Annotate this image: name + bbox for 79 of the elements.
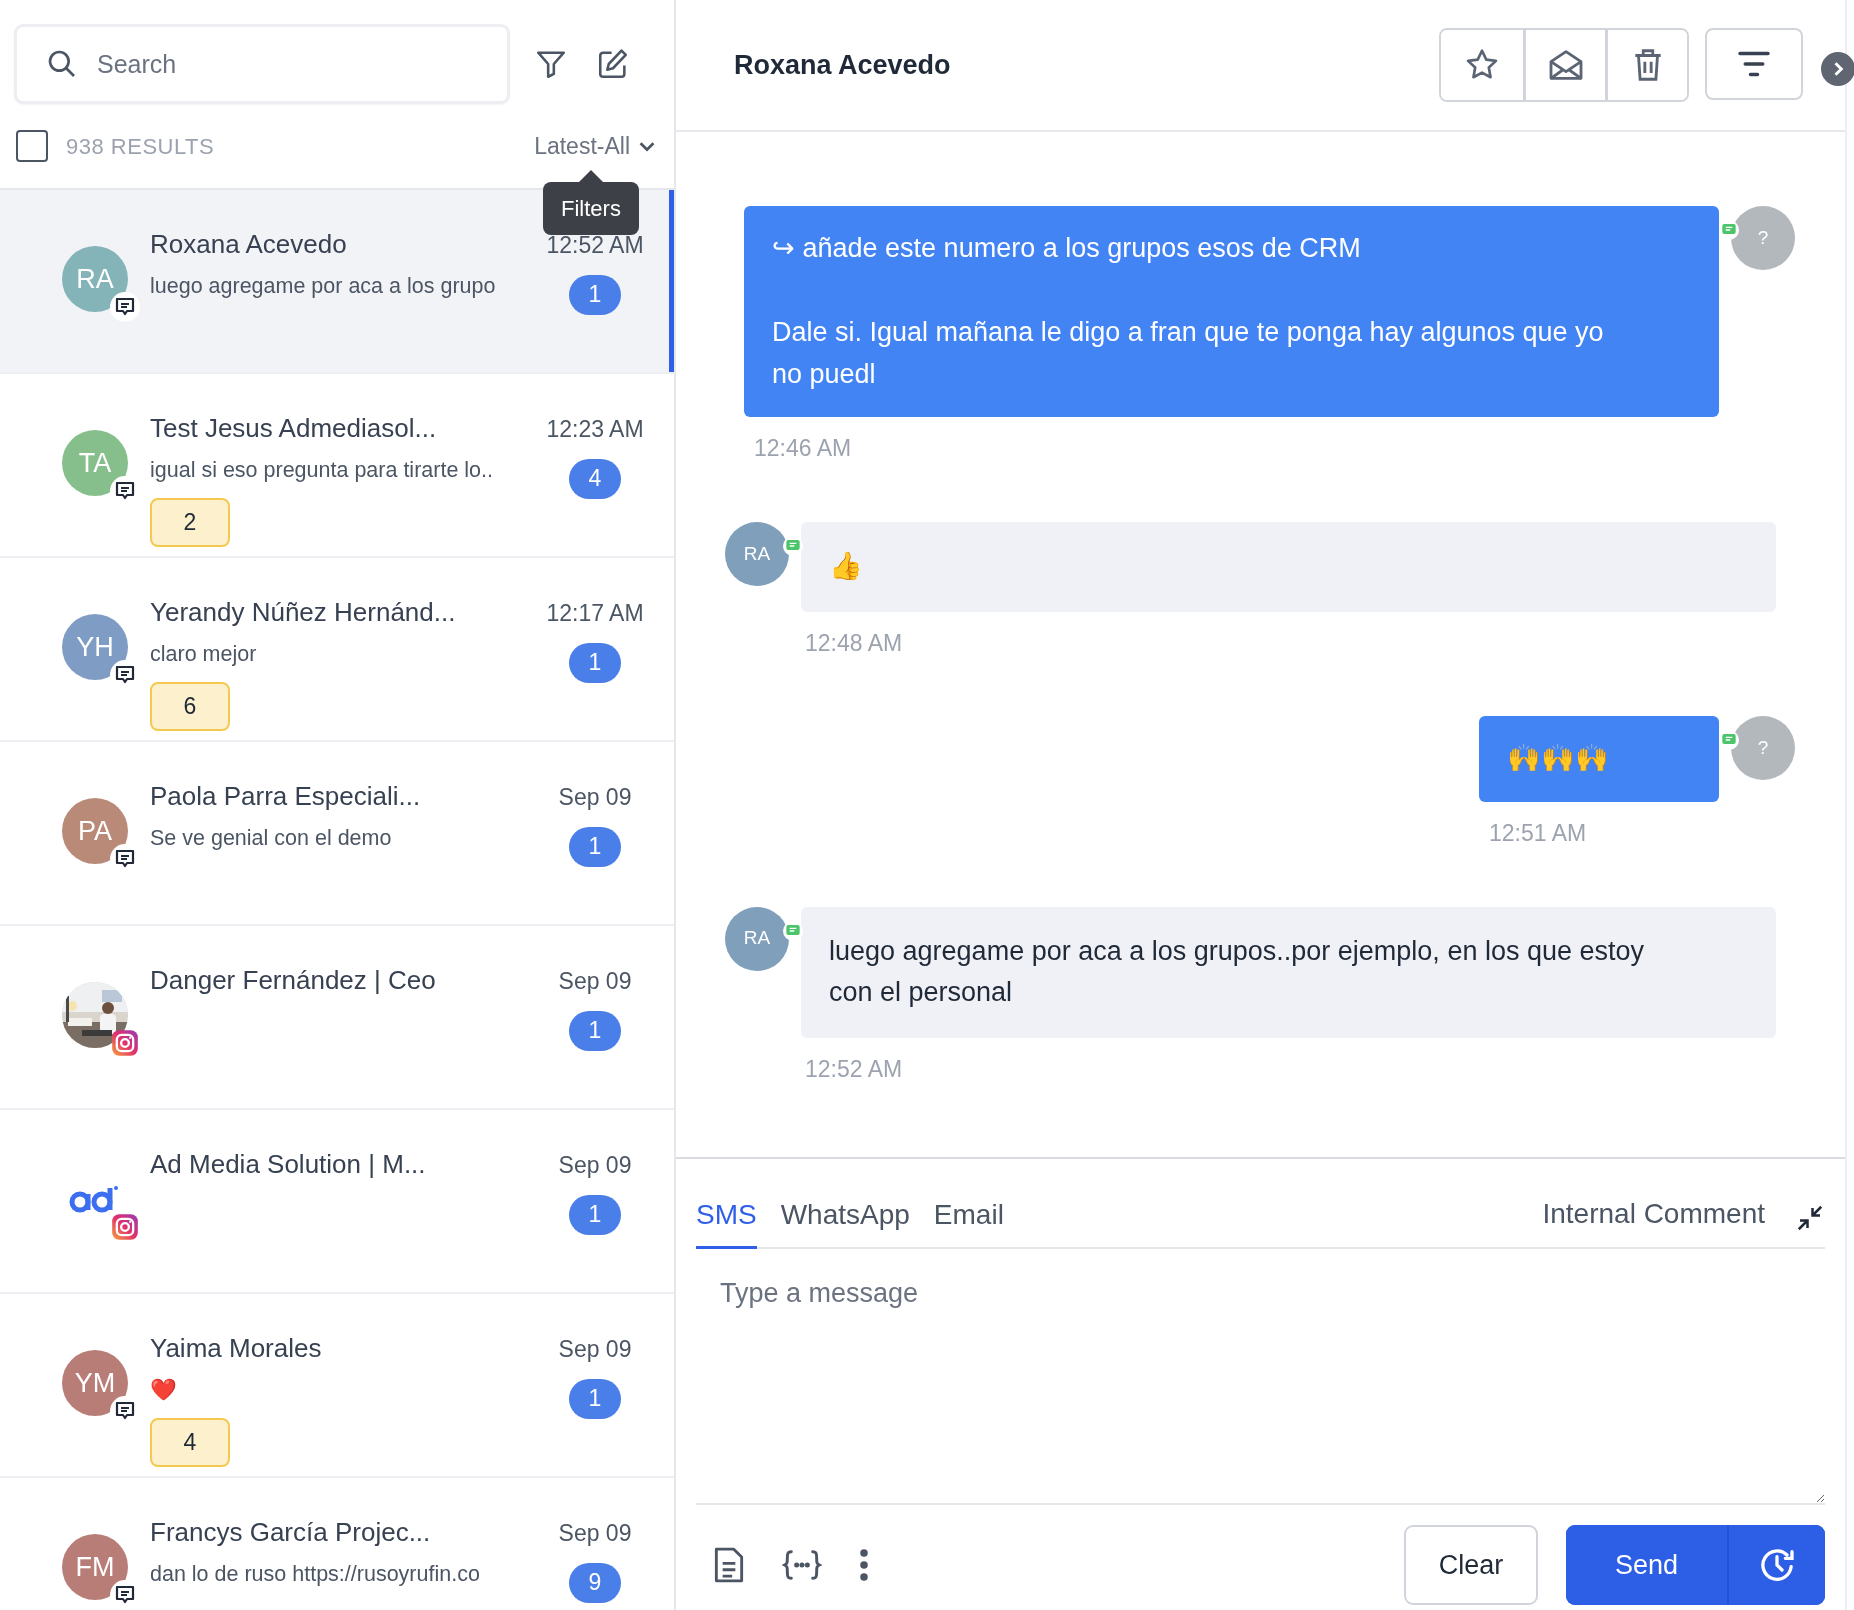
- avatar: RA: [725, 906, 789, 971]
- send-button[interactable]: Send: [1566, 1525, 1729, 1605]
- braces-icon: [782, 1548, 822, 1582]
- conversation-item[interactable]: FM Francys García Projec... dan lo de ruso https://rusoyrufin.co Sep 09 9: [0, 1478, 674, 1610]
- clear-button[interactable]: Clear: [1404, 1525, 1538, 1605]
- tag-count: 2: [150, 498, 230, 547]
- contact-name: Paola Parra Especiali...: [150, 780, 422, 813]
- contact-name: Yaima Morales: [150, 1332, 323, 1365]
- conversation-item[interactable]: Ad Media Solution | M... Sep 09 1: [0, 1110, 674, 1294]
- tag-count: 6: [150, 682, 230, 731]
- contact-name: Danger Fernández | Ceo: [150, 964, 437, 997]
- conversation-item[interactable]: Danger Fernández | Ceo Sep 09 1: [0, 926, 674, 1110]
- document-icon: [712, 1546, 746, 1584]
- message-time: Sep 09: [558, 1151, 632, 1180]
- expand-button[interactable]: [1821, 52, 1854, 86]
- edit-icon: [596, 47, 630, 81]
- unread-count: 9: [569, 1562, 621, 1603]
- contact-name: Yerandy Núñez Hernánd...: [150, 596, 457, 629]
- message-time: 12:23 AM: [546, 415, 644, 444]
- kebab-menu-icon: [858, 1547, 870, 1583]
- unread-count: 1: [569, 1194, 621, 1235]
- unread-count: 1: [569, 274, 621, 315]
- avatar: YH: [62, 614, 128, 680]
- message-preview: claro mejor: [150, 640, 258, 668]
- channel-tab[interactable]: WhatsApp: [780, 1194, 910, 1249]
- avatar: RA: [725, 521, 789, 586]
- conversation-item[interactable]: YH Yerandy Núñez Hernánd... claro mejor 6 12:17 AM 1: [0, 558, 674, 742]
- tag-count: 4: [150, 1418, 230, 1467]
- chat-icon: [110, 292, 140, 322]
- message-time: 12:51 AM: [1489, 819, 1588, 849]
- conversation-item[interactable]: YM Yaima Morales ❤ 4 Sep 09 1: [0, 1294, 674, 1478]
- message-bubble: luego agregame por aca a los grupos..por ejemplo, en los que estoy con el personal: [801, 906, 1776, 1039]
- select-all-checkbox[interactable]: [16, 130, 48, 162]
- message-preview: luego agregame por aca a los grupo: [150, 272, 497, 300]
- message-time: Sep 09: [558, 1519, 632, 1548]
- avatar: ?: [1731, 206, 1795, 270]
- message-time: 12:17 AM: [546, 599, 644, 628]
- avatar: RA: [62, 246, 128, 312]
- unread-count: 1: [569, 642, 621, 683]
- message-time: 12:46 AM: [754, 434, 853, 464]
- unread-count: 1: [569, 1010, 621, 1051]
- message-preview: igual si eso pregunta para tirarte lo..: [150, 456, 494, 484]
- filters-tooltip: Filters: [543, 170, 639, 235]
- results-count: 938 RESULTS: [66, 132, 215, 161]
- message-time: 12:48 AM: [805, 628, 903, 658]
- camera-icon: [111, 1213, 139, 1241]
- unread-count: 1: [569, 826, 621, 867]
- filter-lines-button[interactable]: [1705, 28, 1803, 100]
- conversation-item[interactable]: PA Paola Parra Especiali... Se ve genial con el demo Sep 09 1: [0, 742, 674, 926]
- collapse-icon: [1795, 1203, 1825, 1233]
- avatar: PA: [62, 798, 128, 864]
- sort-dropdown[interactable]: Latest-All: [534, 128, 658, 164]
- message-time: Sep 09: [558, 967, 632, 996]
- contact-name: Ad Media Solution | M...: [150, 1148, 427, 1181]
- delete-button[interactable]: [1605, 30, 1687, 100]
- channel-tab[interactable]: Email: [933, 1194, 1004, 1249]
- conversation-title: Roxana Acevedo: [734, 48, 951, 82]
- internal-comment-tab[interactable]: Internal Comment: [1542, 1193, 1765, 1247]
- message-time: 12:52 AM: [805, 1055, 903, 1085]
- contact-name: Test Jesus Admediasol...: [150, 412, 438, 445]
- conversation-item[interactable]: TA Test Jesus Admediasol... igual si eso pregunta para tirarte lo.. 2 12:23 AM 4: [0, 374, 674, 558]
- avatar: TA: [62, 430, 128, 496]
- message-preview: ❤: [150, 1376, 178, 1404]
- search-field[interactable]: Search: [14, 24, 510, 104]
- message-time: Sep 09: [558, 783, 632, 812]
- message-preview: dan lo de ruso https://rusoyrufin.co: [150, 1560, 481, 1588]
- unread-count: 4: [569, 458, 621, 499]
- message-bubble: ↪ añade este numero a los grupos esos de CRM Dale si. Igual mañana le digo a fran que te ponga hay algunos que yo no puedl: [744, 206, 1719, 418]
- avatar: YM: [62, 1350, 128, 1416]
- contact-name: Francys García Projec...: [150, 1516, 432, 1549]
- avatar: ?: [1731, 716, 1795, 781]
- message-time: Sep 09: [558, 1335, 632, 1364]
- camera-icon: [111, 1029, 139, 1057]
- message-preview: Se ve genial con el demo: [150, 824, 393, 852]
- unread-count: 1: [569, 1378, 621, 1419]
- contact-name: Roxana Acevedo: [150, 228, 348, 261]
- message-bubble: 🙌🙌🙌: [1479, 716, 1719, 803]
- message-bubble: 👍: [801, 521, 1776, 612]
- avatar: FM: [62, 1534, 128, 1600]
